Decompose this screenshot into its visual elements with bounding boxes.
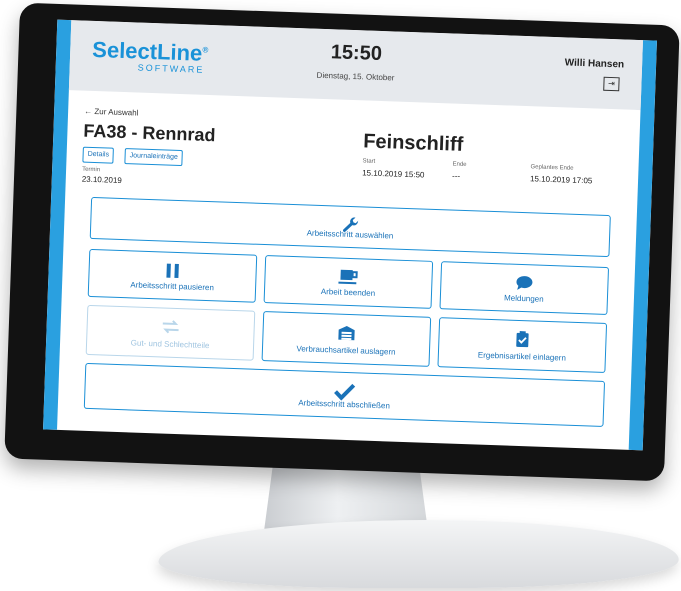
finish-work-button[interactable]: Arbeit beenden [263, 255, 434, 309]
warehouse-icon [263, 322, 430, 346]
back-link[interactable]: ← Zur Auswahl [84, 107, 139, 118]
end-label: Ende [452, 161, 467, 169]
planned-end-label: Geplantes Ende [530, 164, 574, 172]
app-screen: SelectLine® SOFTWARE 15:50 Dienstag, 15.… [43, 19, 657, 451]
user-name: Willi Hansen [564, 57, 625, 71]
details-button[interactable]: Details [82, 146, 115, 164]
termin-value: 23.10.2019 [81, 174, 122, 186]
swap-arrows-icon [87, 316, 254, 340]
journal-button[interactable]: Journaleinträge [124, 148, 184, 167]
monitor-base [152, 520, 681, 588]
good-bad-parts-label: Gut- und Schlechtteile [130, 338, 210, 351]
good-bad-parts-button[interactable]: Gut- und Schlechtteile [85, 304, 256, 361]
complete-step-button[interactable]: Arbeitsschritt abschließen [83, 362, 606, 427]
consumables-label: Verbrauchsartikel auslagern [296, 344, 396, 357]
result-items-label: Ergebnisartikel einlagern [477, 350, 567, 363]
end-value: --- [451, 171, 461, 181]
termin-label: Termin [82, 166, 101, 174]
step-title: Feinschliff [362, 130, 464, 156]
logout-icon[interactable]: ⇥ [603, 76, 620, 92]
result-items-button[interactable]: Ergebnisartikel einlagern [437, 317, 608, 373]
messages-button[interactable]: Meldungen [439, 261, 610, 316]
consumables-button[interactable]: Verbrauchsartikel auslagern [261, 311, 432, 367]
pause-step-button[interactable]: Arbeitsschritt pausieren [87, 248, 258, 303]
clipboard-check-icon [439, 328, 606, 352]
start-label: Start [362, 158, 376, 165]
select-step-button[interactable]: Arbeitsschritt auswählen [89, 196, 611, 258]
order-title: FA38 - Rennrad [83, 120, 216, 146]
planned-end-value: 15.10.2019 17:05 [529, 174, 593, 186]
start-value: 15.10.2019 15:50 [362, 168, 425, 180]
